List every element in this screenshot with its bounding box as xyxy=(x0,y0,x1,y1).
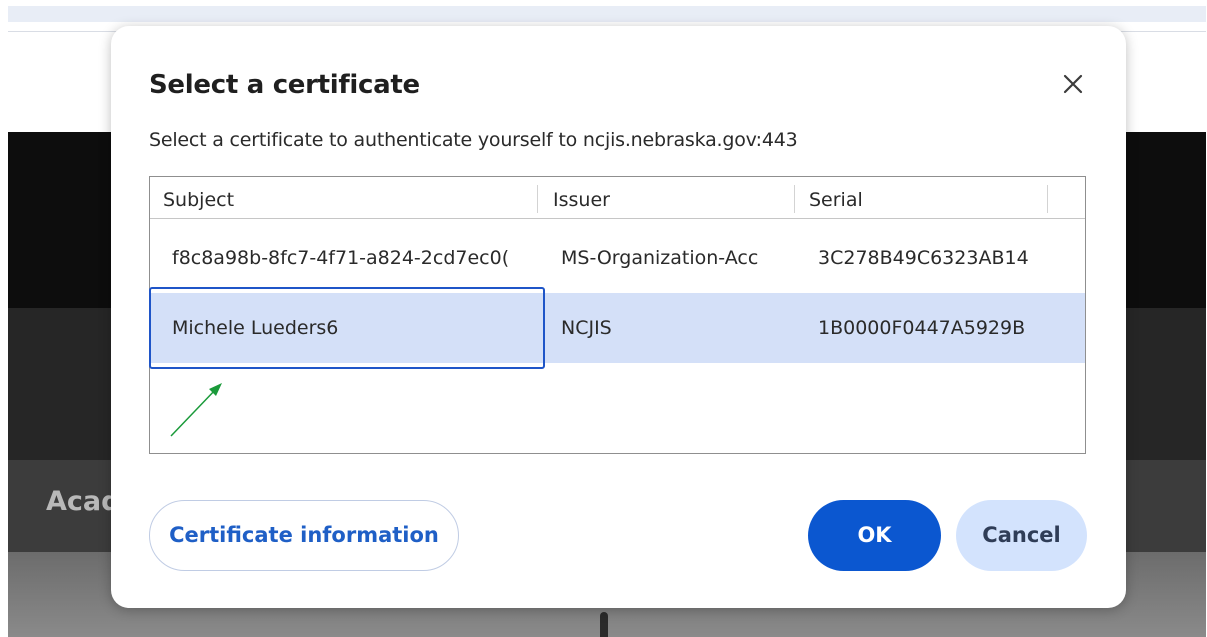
certificate-information-button[interactable]: Certificate information xyxy=(149,500,459,571)
cell-issuer: NCJIS xyxy=(561,317,612,339)
table-header: Subject Issuer Serial xyxy=(150,177,1085,219)
cell-subject: f8c8a98b-8fc7-4f71-a824-2cd7ec0( xyxy=(172,247,510,269)
close-button[interactable] xyxy=(1057,68,1089,100)
column-header-issuer[interactable]: Issuer xyxy=(553,189,610,211)
dialog-description: Select a certificate to authenticate you… xyxy=(149,129,798,151)
column-header-subject[interactable]: Subject xyxy=(163,189,234,211)
cell-subject: Michele Lueders6 xyxy=(172,317,339,339)
table-row-selected[interactable]: Michele Lueders6 NCJIS 1B0000F0447A5929B xyxy=(149,287,1085,369)
cell-serial: 3C278B49C6323AB14 xyxy=(818,247,1029,269)
select-certificate-dialog: Select a certificate Select a certificat… xyxy=(111,26,1126,608)
table-row[interactable]: f8c8a98b-8fc7-4f71-a824-2cd7ec0( MS-Orga… xyxy=(150,223,1085,293)
column-divider[interactable] xyxy=(794,185,795,213)
column-divider[interactable] xyxy=(537,185,538,213)
ok-button[interactable]: OK xyxy=(808,500,941,571)
column-divider[interactable] xyxy=(1047,185,1048,213)
certificate-table: Subject Issuer Serial f8c8a98b-8fc7-4f71… xyxy=(149,176,1086,454)
cell-issuer: MS-Organization-Acc xyxy=(561,247,759,269)
cancel-button[interactable]: Cancel xyxy=(956,500,1087,571)
cell-serial: 1B0000F0447A5929B xyxy=(818,317,1026,339)
background-spire xyxy=(600,612,608,637)
column-header-serial[interactable]: Serial xyxy=(809,189,863,211)
dialog-title: Select a certificate xyxy=(149,70,420,100)
browser-top-bar xyxy=(8,6,1206,22)
annotation-arrow-icon xyxy=(170,383,222,437)
page: Acad Select a certificate Select a certi… xyxy=(0,0,1207,637)
background-nav-label: Acad xyxy=(46,486,121,517)
close-icon xyxy=(1063,74,1083,94)
